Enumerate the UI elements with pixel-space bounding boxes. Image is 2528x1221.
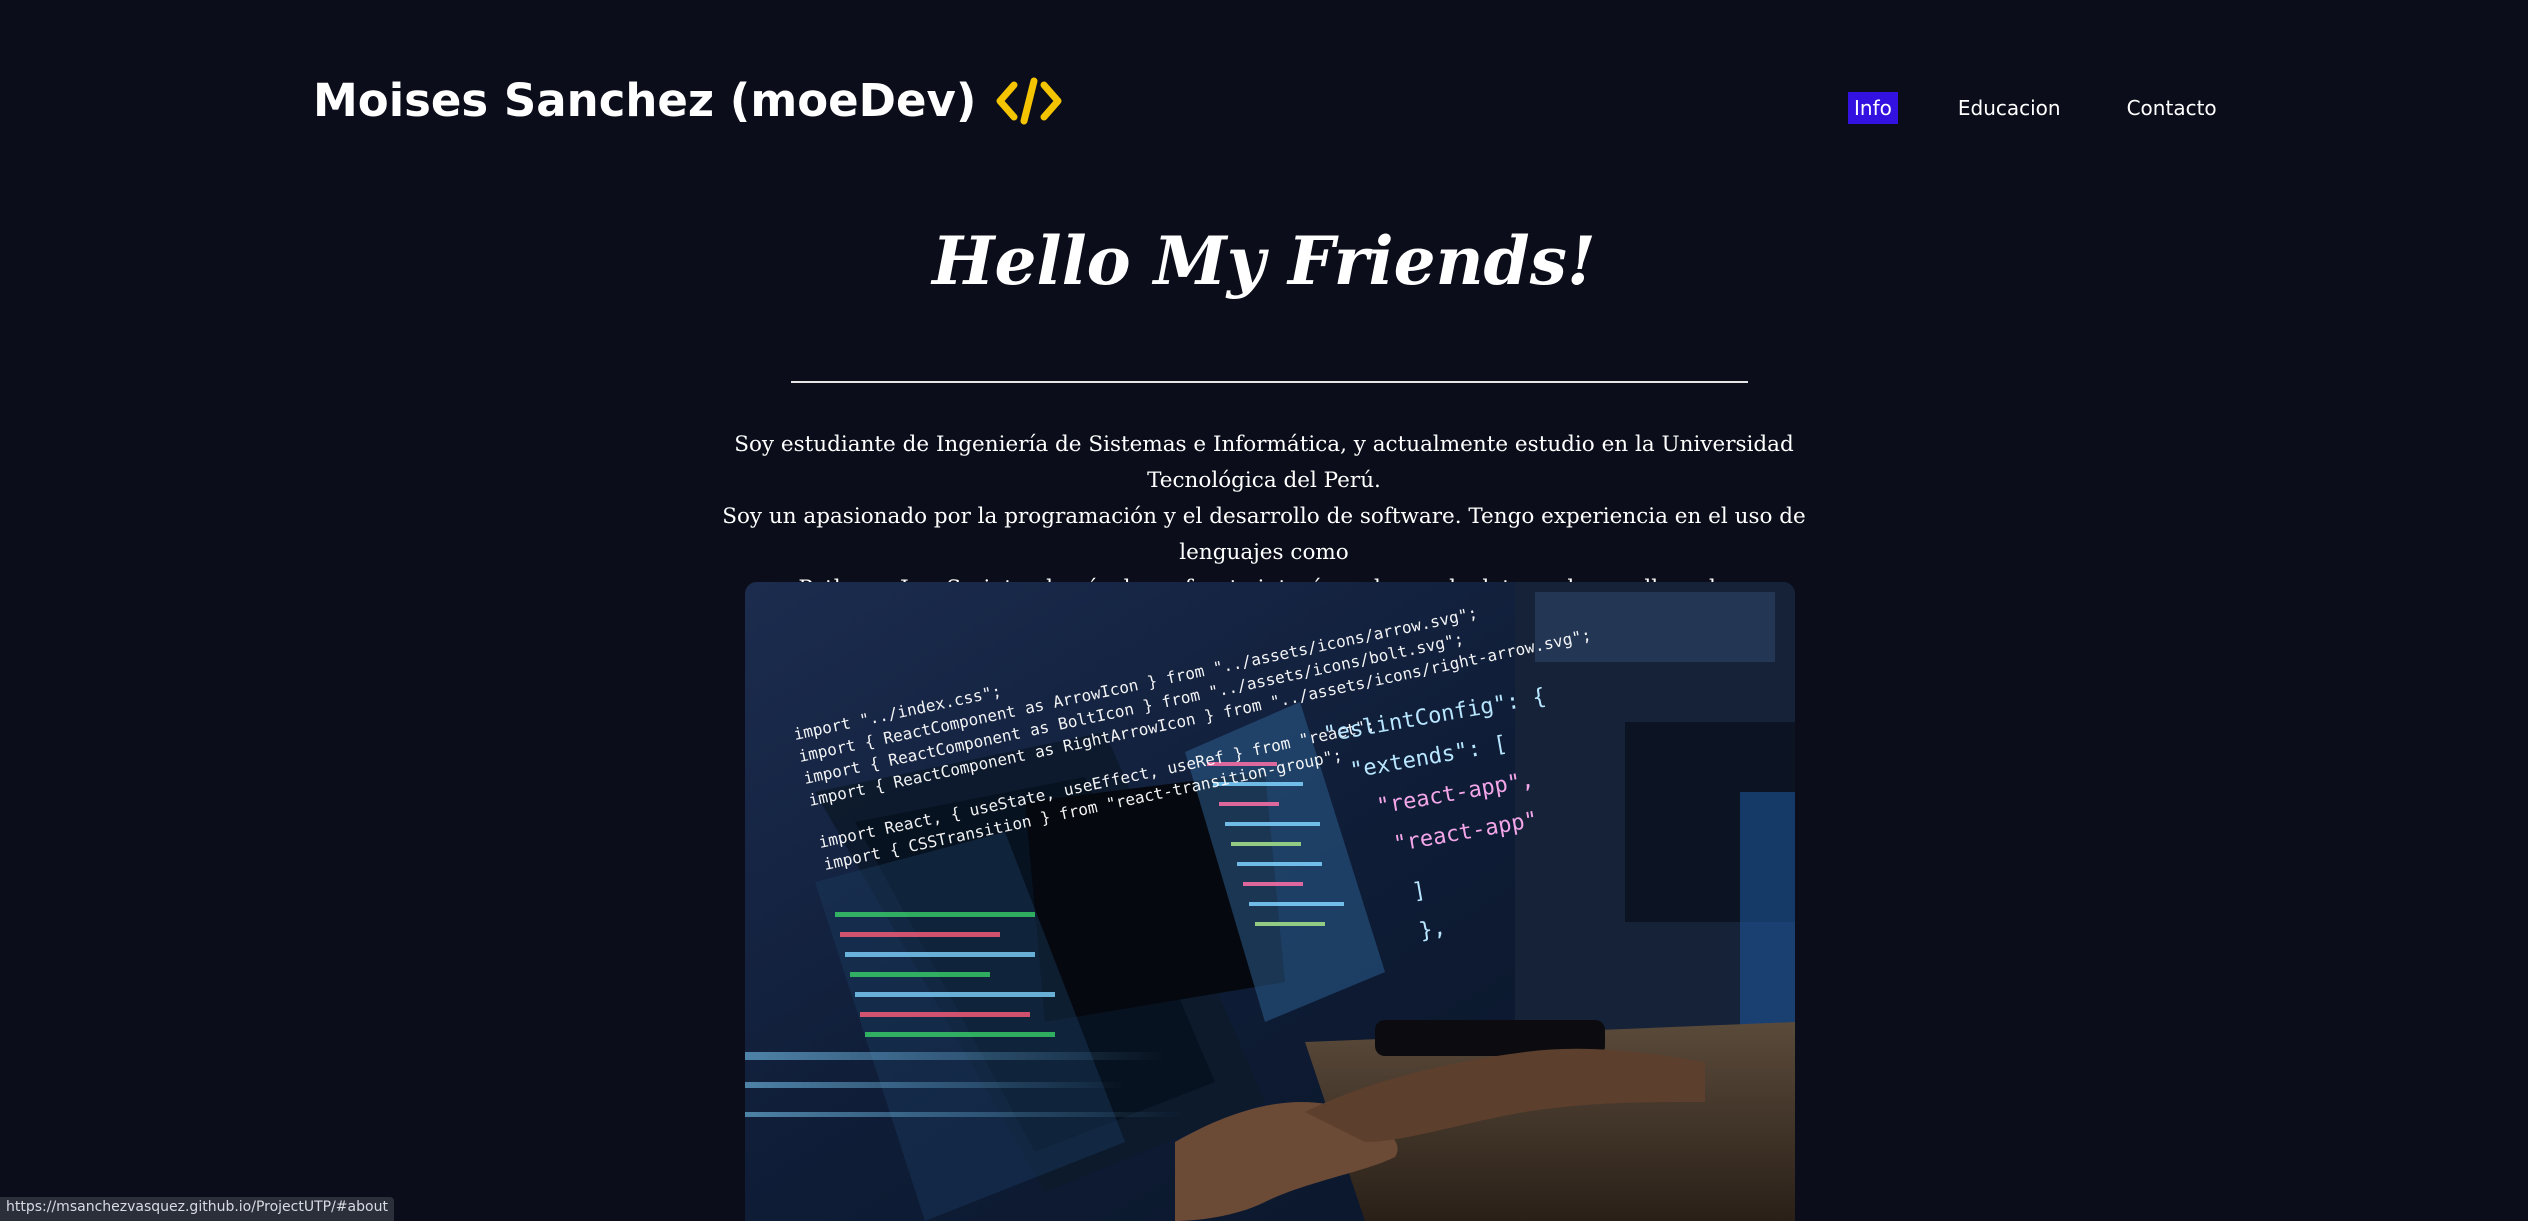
nav-link-info[interactable]: Info [1848,92,1898,124]
intro-line-1: Soy estudiante de Ingeniería de Sistemas… [734,432,1794,493]
link-status-bar: https://msanchezvasquez.github.io/Projec… [0,1197,394,1221]
nav-link-contacto[interactable]: Contacto [2121,92,2223,124]
section-divider [791,381,1748,383]
config-line-6: }, [1417,915,1447,944]
hero-title: Hello My Friends! [932,222,1596,300]
intro-line-2: Soy un apasionado por la programación y … [722,504,1806,565]
intro-paragraph: Soy estudiante de Ingeniería de Sistemas… [680,427,1848,607]
brand[interactable]: Moises Sanchez (moeDev) [313,74,1062,127]
nav-link-educacion[interactable]: Educacion [1952,92,2067,124]
hero-photo: import "../index.css"; import { ReactCom… [745,582,1795,1221]
main-nav: Info Educacion Contacto [1848,92,2223,124]
site-header: Moises Sanchez (moeDev) Info Educacion C… [0,0,2528,220]
brand-name[interactable]: Moises Sanchez (moeDev) [313,74,976,127]
code-brackets-icon [996,77,1062,125]
